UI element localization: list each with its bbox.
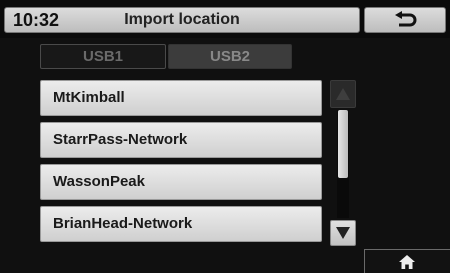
back-button[interactable] [364,7,446,33]
scroll-thumb[interactable] [338,110,348,178]
tab-usb1[interactable]: USB1 [40,44,166,69]
list-item[interactable]: WassonPeak [40,164,322,200]
list-item[interactable]: MtKimball [40,80,322,116]
page-title: Import location [124,11,240,28]
list-item[interactable]: BrianHead-Network [40,206,322,242]
scroll-up-button[interactable] [330,80,356,108]
header-bar: 10:32 Import location [0,0,450,38]
triangle-up-icon [336,88,350,100]
triangle-down-icon [336,227,350,239]
list-item[interactable]: StarrPass-Network [40,122,322,158]
title-bar: 10:32 Import location [4,7,360,33]
home-icon [399,255,415,269]
tab-usb2[interactable]: USB2 [168,44,292,69]
scroll-down-button[interactable] [330,220,356,246]
home-button[interactable] [364,249,450,273]
back-arrow-icon [395,11,417,27]
